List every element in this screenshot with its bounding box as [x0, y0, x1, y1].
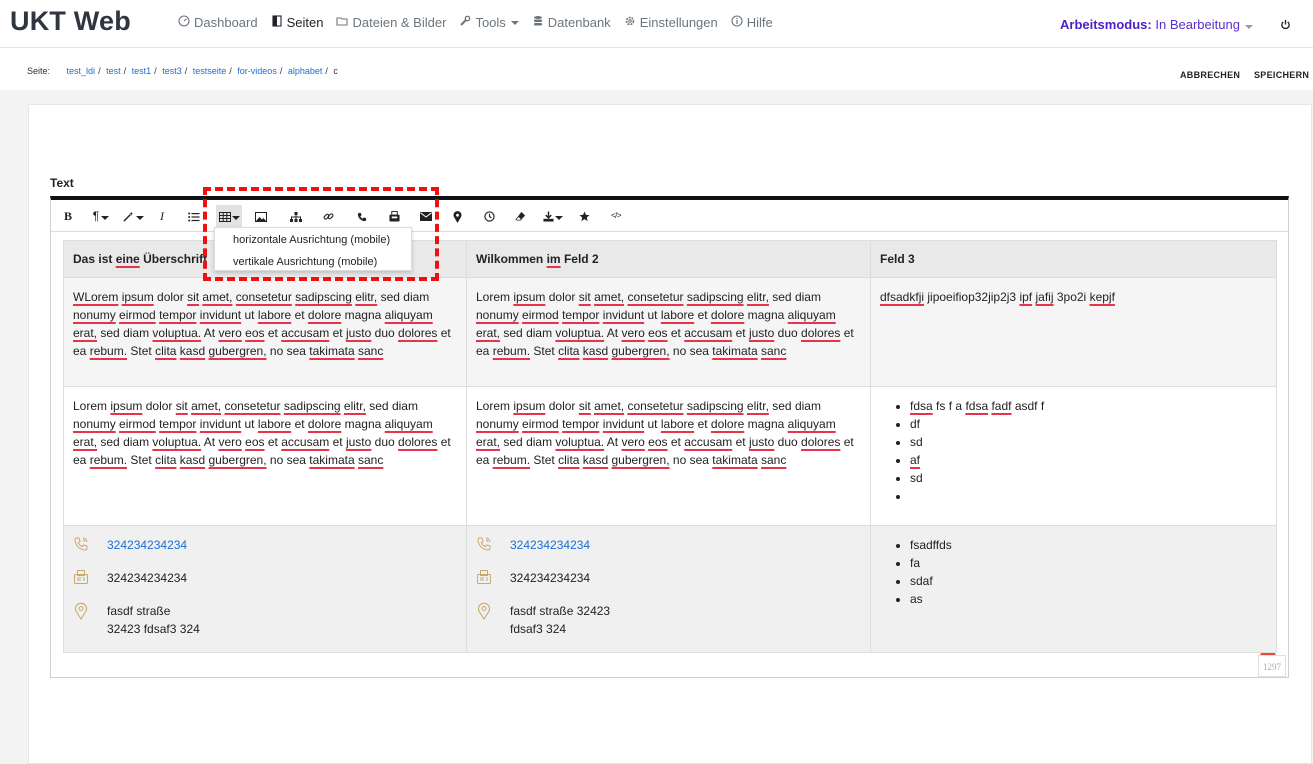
download-icon[interactable] — [541, 205, 565, 227]
map-marker-icon — [476, 602, 510, 625]
page-icon — [270, 15, 284, 30]
bold-icon[interactable]: B — [61, 205, 75, 227]
nav-dateien[interactable]: Dateien & Bilder — [335, 15, 446, 30]
main-nav: Dashboard Seiten Dateien & Bilder Tools … — [177, 15, 785, 30]
list-item — [910, 487, 1267, 505]
character-counter: 1297 — [1258, 655, 1286, 677]
chevron-down-icon — [510, 20, 519, 25]
paragraph-icon[interactable]: ¶ — [89, 205, 113, 227]
table-cell[interactable]: 324234234234 324234234234 fasdf straße 32… — [63, 525, 467, 653]
phone-link[interactable]: 324234234234 — [107, 536, 187, 554]
table-dropdown-menu: horizontale Ausrichtung (mobile) vertika… — [214, 227, 412, 271]
table-header-cell[interactable]: Wilkommen im Feld 2 — [466, 240, 871, 278]
chevron-down-icon — [1244, 25, 1253, 29]
map-marker-icon — [73, 602, 107, 625]
list-item: af — [910, 451, 1267, 469]
wrench-icon — [458, 15, 472, 30]
code-icon[interactable]: </> — [608, 205, 624, 227]
contact-fax: 324234234234 — [73, 569, 457, 590]
table-cell[interactable]: fsadffds fa sdaf as — [870, 525, 1277, 653]
nav-datenbank[interactable]: Datenbank — [531, 15, 611, 30]
phone-icon[interactable] — [354, 205, 370, 227]
menu-item-horizontal[interactable]: horizontale Ausrichtung (mobile) — [233, 234, 390, 246]
cancel-button[interactable]: ABBRECHEN — [1180, 70, 1240, 80]
breadcrumb-item[interactable]: testseite — [193, 66, 227, 76]
folder-icon — [335, 15, 349, 30]
save-button[interactable]: SPEICHERN — [1254, 70, 1309, 80]
image-icon[interactable] — [253, 205, 269, 227]
table-row: Lorem ipsum dolor sit amet, consetetur s… — [63, 386, 1277, 526]
content-table: Das ist eine Überschrift Wilkommen im Fe… — [63, 240, 1277, 653]
power-icon[interactable] — [1280, 17, 1291, 33]
list-icon[interactable] — [186, 205, 202, 227]
table-cell[interactable]: WLorem ipsum dolor sit amet, consetetur … — [63, 277, 467, 387]
phone-icon — [476, 536, 510, 557]
nav-tools[interactable]: Tools — [458, 15, 519, 30]
bullet-list: fdsa fs f a fdsa fadf asdf f df sd af sd — [880, 397, 1267, 505]
menu-item-vertical[interactable]: vertikale Ausrichtung (mobile) — [233, 256, 377, 268]
phone-link[interactable]: 324234234234 — [510, 536, 590, 554]
breadcrumb-item[interactable]: test_ldi — [67, 66, 96, 76]
clock-icon[interactable] — [481, 205, 497, 227]
table-icon[interactable] — [216, 205, 242, 227]
list-item: sd — [910, 433, 1267, 451]
table-header-cell[interactable]: Feld 3 — [870, 240, 1277, 278]
list-item: fa — [910, 554, 1267, 572]
sub-toolbar: Seite: test_ldi / test / test1/ test3/ tes… — [0, 48, 1313, 90]
nav-seiten[interactable]: Seiten — [270, 15, 323, 30]
nav-einstellungen[interactable]: Einstellungen — [623, 15, 718, 30]
nav-hilfe[interactable]: Hilfe — [730, 15, 773, 30]
fax-icon — [476, 569, 510, 590]
dashboard-icon — [177, 15, 191, 30]
map-marker-icon[interactable] — [450, 205, 464, 227]
fax-icon[interactable] — [386, 205, 402, 227]
list-item: sd — [910, 469, 1267, 487]
table-cell[interactable]: Lorem ipsum dolor sit amet, consetetur s… — [63, 386, 467, 526]
envelope-icon[interactable] — [418, 205, 434, 227]
contact-address: fasdf straße 32423 fdsaf3 324 — [73, 602, 457, 638]
breadcrumb-item[interactable]: test1 — [132, 66, 152, 76]
table-row: 324234234234 324234234234 fasdf straße 32… — [63, 525, 1277, 653]
contact-phone: 324234234234 — [476, 536, 861, 557]
nav-dashboard[interactable]: Dashboard — [177, 15, 258, 30]
breadcrumb-item[interactable]: test — [106, 66, 121, 76]
info-icon — [730, 15, 744, 30]
sitemap-icon[interactable] — [288, 205, 304, 227]
list-item: fsadffds — [910, 536, 1267, 554]
breadcrumb: Seite: test_ldi / test / test1/ test3/ tes… — [27, 66, 338, 76]
list-item: df — [910, 415, 1267, 433]
breadcrumb-current: c — [333, 66, 338, 76]
italic-icon[interactable]: I — [155, 205, 169, 227]
field-label-text: Text — [50, 176, 74, 190]
list-item: sdaf — [910, 572, 1267, 590]
table-cell[interactable]: dfsadkfji jipoeifiop32jip2j3 ipf jafij 3… — [870, 277, 1277, 387]
list-item: fdsa fs f a fdsa fadf asdf f — [910, 397, 1267, 415]
gear-icon — [623, 15, 637, 30]
top-navbar: UKT Web Dashboard Seiten Dateien & Bilde… — [0, 0, 1313, 48]
brand-logo[interactable]: UKT Web — [10, 6, 131, 37]
contact-fax: 324234234234 — [476, 569, 861, 590]
breadcrumb-item[interactable]: alphabet — [288, 66, 323, 76]
work-mode-dropdown[interactable]: Arbeitsmodus: In Bearbeitung — [1060, 17, 1253, 32]
contact-phone: 324234234234 — [73, 536, 457, 557]
table-cell[interactable]: 324234234234 324234234234 fasdf straße 3… — [466, 525, 871, 653]
table-cell[interactable]: Lorem ipsum dolor sit amet, consetetur s… — [466, 277, 871, 387]
magic-wand-icon[interactable] — [121, 205, 145, 227]
breadcrumb-item[interactable]: test3 — [162, 66, 182, 76]
contact-address: fasdf straße 32423 fdsaf3 324 — [476, 602, 861, 638]
database-icon — [531, 15, 545, 30]
bullet-list: fsadffds fa sdaf as — [880, 536, 1267, 608]
table-row: WLorem ipsum dolor sit amet, consetetur … — [63, 277, 1277, 387]
link-icon[interactable] — [320, 205, 336, 227]
star-icon[interactable] — [576, 205, 592, 227]
breadcrumb-item[interactable]: for-videos — [237, 66, 277, 76]
list-item: as — [910, 590, 1267, 608]
fax-icon — [73, 569, 107, 590]
phone-icon — [73, 536, 107, 557]
eraser-icon[interactable] — [512, 205, 528, 227]
table-cell[interactable]: Lorem ipsum dolor sit amet, consetetur s… — [466, 386, 871, 526]
table-cell[interactable]: fdsa fs f a fdsa fadf asdf f df sd af sd — [870, 386, 1277, 526]
